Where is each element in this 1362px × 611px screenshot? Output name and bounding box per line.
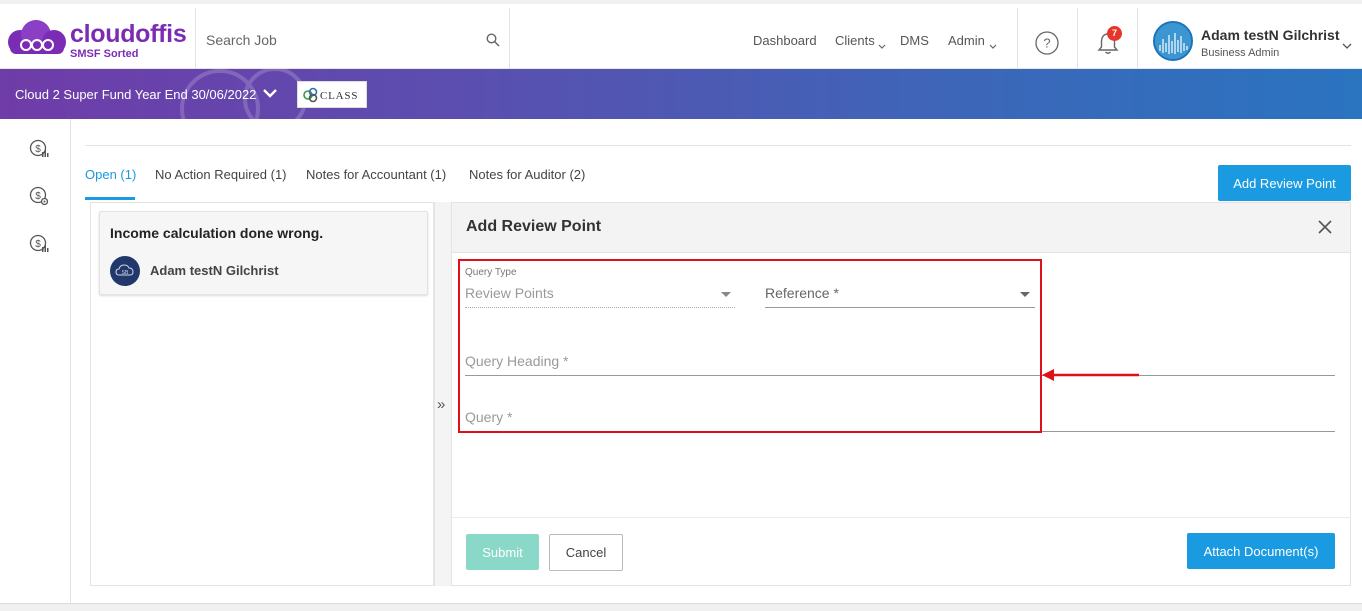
fund-banner: Cloud 2 Super Fund Year End 30/06/2022 C… bbox=[0, 69, 1362, 119]
header-divider bbox=[509, 8, 510, 73]
top-header: cloudoffis SMSF Sorted Search Job Dashbo… bbox=[0, 0, 1362, 73]
panel-title: Add Review Point bbox=[466, 218, 602, 235]
add-review-point-button[interactable]: Add Review Point bbox=[1218, 165, 1351, 201]
search-input[interactable]: Search Job bbox=[206, 32, 277, 48]
avatar: SB bbox=[110, 256, 140, 286]
panel-header: Add Review Point bbox=[452, 203, 1350, 253]
notification-badge: 7 bbox=[1107, 26, 1122, 41]
brand-tagline: SMSF Sorted bbox=[70, 48, 139, 60]
tab-notes-for-accountant[interactable]: Notes for Accountant (1) bbox=[306, 167, 446, 182]
panel-footer: Submit Cancel Attach Document(s) bbox=[452, 517, 1350, 585]
cloudoffis-logo-icon[interactable] bbox=[6, 18, 68, 63]
chevron-down-icon[interactable] bbox=[1342, 37, 1352, 55]
header-divider bbox=[195, 8, 196, 73]
cancel-button[interactable]: Cancel bbox=[549, 534, 623, 571]
search-icon[interactable] bbox=[486, 33, 500, 52]
sidebar: $ $ $ bbox=[0, 119, 71, 611]
list-item[interactable]: Income calculation done wrong. SB Adam t… bbox=[99, 211, 428, 295]
dollar-chart-icon[interactable]: $ bbox=[29, 234, 49, 259]
svg-text:$: $ bbox=[35, 239, 41, 250]
tab-no-action-required[interactable]: No Action Required (1) bbox=[155, 167, 287, 182]
svg-text:?: ? bbox=[1043, 36, 1050, 51]
svg-text:$: $ bbox=[35, 144, 41, 155]
header-divider bbox=[1017, 8, 1018, 73]
collapse-strip[interactable] bbox=[434, 202, 451, 586]
user-name[interactable]: Adam testN Gilchrist bbox=[1201, 27, 1339, 43]
svg-text:SB: SB bbox=[122, 270, 129, 276]
annotation-arrow-icon bbox=[1040, 367, 1140, 388]
submit-button[interactable]: Submit bbox=[466, 534, 539, 570]
nav-admin[interactable]: Admin bbox=[948, 33, 985, 48]
class-logo-text: CLASS bbox=[320, 90, 359, 102]
bottom-scrollbar bbox=[0, 603, 1362, 611]
avatar[interactable] bbox=[1153, 21, 1193, 61]
header-divider bbox=[1077, 8, 1078, 73]
help-icon[interactable]: ? bbox=[1035, 31, 1059, 60]
double-chevron-right-icon[interactable]: » bbox=[437, 396, 445, 413]
header-divider bbox=[1137, 8, 1138, 73]
dollar-chart-icon[interactable]: $ bbox=[29, 139, 49, 164]
user-role: Business Admin bbox=[1201, 47, 1280, 59]
chevron-down-icon bbox=[878, 37, 886, 55]
class-logo-icon bbox=[303, 87, 318, 103]
nav-dms[interactable]: DMS bbox=[900, 33, 929, 48]
close-icon[interactable] bbox=[1318, 220, 1332, 239]
attach-documents-button[interactable]: Attach Document(s) bbox=[1187, 533, 1335, 569]
class-logo: CLASS bbox=[297, 81, 367, 108]
tab-open[interactable]: Open (1) bbox=[85, 167, 136, 182]
chevron-down-icon[interactable] bbox=[262, 86, 278, 104]
brand-name: cloudoffis bbox=[70, 20, 187, 48]
tab-notes-for-auditor[interactable]: Notes for Auditor (2) bbox=[469, 167, 585, 182]
nav-clients[interactable]: Clients bbox=[835, 33, 875, 48]
annotation-highlight-box bbox=[458, 259, 1042, 433]
chevron-down-icon bbox=[989, 37, 997, 55]
svg-text:$: $ bbox=[35, 191, 41, 202]
review-point-list: Income calculation done wrong. SB Adam t… bbox=[90, 202, 434, 586]
dollar-settings-icon[interactable]: $ bbox=[29, 186, 49, 211]
review-point-title: Income calculation done wrong. bbox=[110, 225, 324, 241]
nav-dashboard[interactable]: Dashboard bbox=[753, 33, 817, 48]
active-tab-indicator bbox=[85, 197, 135, 200]
fund-title[interactable]: Cloud 2 Super Fund Year End 30/06/2022 bbox=[15, 87, 256, 102]
review-point-author: Adam testN Gilchrist bbox=[150, 263, 279, 278]
content-divider bbox=[85, 145, 1351, 146]
